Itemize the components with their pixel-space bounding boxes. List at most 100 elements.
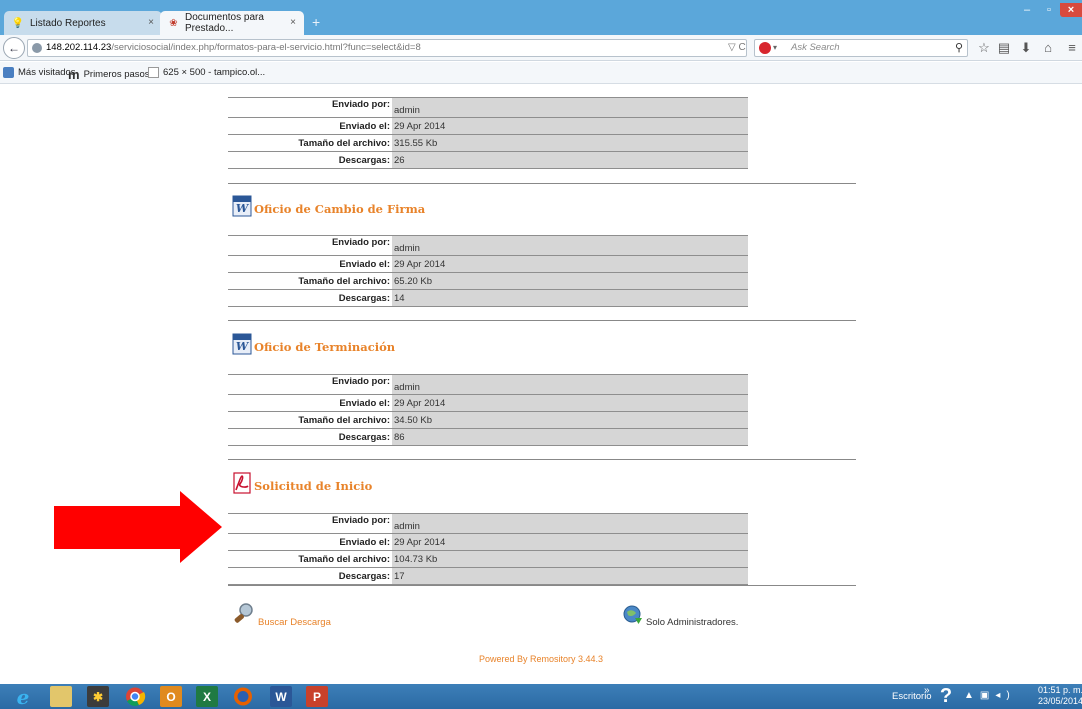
table-row: Enviado el: 29 Apr 2014 [228,117,748,135]
maximize-button[interactable]: ▫ [1040,3,1058,17]
bookmark-primeros-pasos[interactable]: m Primeros pasos [68,67,150,82]
firefox-icon[interactable] [232,686,254,707]
field-label: Descargas: [228,151,392,169]
admin-only-link[interactable]: Solo Administradores. [622,604,738,628]
document-details-table: Enviado por: admin Enviado el: 29 Apr 20… [228,235,748,307]
back-arrow-icon: ← [8,41,20,55]
tab-documentos[interactable]: ❀ Documentos para Prestado... × [160,11,304,35]
svg-text:W: W [236,340,250,353]
help-icon[interactable]: ? [936,686,956,706]
document-title-link[interactable]: Solicitud de Inicio [254,479,372,494]
url-host: 148.202.114.23 [46,42,112,53]
field-label: Tamaño del archivo: [228,272,392,290]
page-icon [148,67,159,78]
search-placeholder: Ask Search [791,42,840,53]
divider [228,183,856,184]
field-label: Enviado el: [228,117,392,135]
firefox-bookmark-icon [3,67,14,78]
explorer-icon[interactable] [50,686,72,707]
document-title[interactable]: Solicitud de Inicio [232,468,372,494]
bookmarks-list-icon[interactable]: ▤ [996,40,1012,56]
network-icon[interactable]: ▣ [980,690,995,701]
field-value: 65.20 Kb [392,272,748,290]
field-value: 34.50 Kb [392,411,748,429]
download-icon[interactable]: ⬇ [1018,40,1034,56]
document-title[interactable]: W Oficio de Terminación [232,329,395,355]
minimize-button[interactable]: – [1018,3,1036,17]
close-window-button[interactable]: × [1060,3,1082,17]
table-row: Tamaño del archivo: 34.50 Kb [228,411,748,429]
url-path: /serviciosocial/index.php/formatos-para-… [111,42,421,53]
bookmark-mas-visitados[interactable]: Más visitados [3,67,76,78]
taskbar: e ✱ O X W P Escritorio » ? ▲▣◂) 01:51 p.… [0,684,1082,709]
title-bar: 💡 Listado Reportes × ❀ Documentos para P… [0,0,1082,35]
volume-icon[interactable]: ◂) [995,690,1015,701]
field-label: Enviado por: [228,374,392,395]
search-download-link[interactable]: Buscar Descarga [232,602,331,628]
close-tab-icon[interactable]: × [148,17,154,28]
close-tab-icon[interactable]: × [290,17,296,28]
paint-icon[interactable]: ✱ [87,686,109,707]
field-value: admin [392,513,748,534]
svg-text:W: W [236,202,250,215]
pdf-icon [233,472,251,494]
menu-icon[interactable]: ≡ [1064,40,1080,55]
tab-listado-reportes[interactable]: 💡 Listado Reportes × [4,11,162,35]
powerpoint-icon[interactable]: P [306,686,328,707]
bookmark-tampico[interactable]: 625 × 500 - tampico.ol... [148,67,265,78]
field-value: 29 Apr 2014 [392,394,748,412]
chevron-up-icon[interactable]: ▲ [964,690,980,701]
field-label: Enviado el: [228,394,392,412]
back-button[interactable]: ← [3,37,25,59]
table-row: Enviado por: admin [228,97,748,118]
field-label: Tamaño del archivo: [228,134,392,152]
document-title-link[interactable]: Oficio de Terminación [254,340,395,355]
field-label: Enviado el: [228,255,392,273]
table-row: Descargas: 14 [228,289,748,307]
table-row: Descargas: 17 [228,567,748,585]
magnifier-icon [234,603,253,623]
field-value: 315.55 Kb [392,134,748,152]
table-row: Tamaño del archivo: 104.73 Kb [228,550,748,568]
address-bar[interactable]: 148.202.114.23/serviciosocial/index.php/… [27,39,747,57]
star-icon[interactable]: ☆ [976,40,992,56]
document-details-table: Enviado por: admin Enviado el: 29 Apr 20… [228,97,748,169]
bookmarks-bar: Más visitados m Primeros pasos 625 × 500… [0,62,1082,84]
table-row: Enviado el: 29 Apr 2014 [228,533,748,551]
field-label: Enviado por: [228,513,392,534]
field-value: admin [392,235,748,256]
document-title[interactable]: W Oficio de Cambio de Firma [232,191,425,217]
chrome-icon[interactable] [124,686,146,707]
clock[interactable]: 01:51 p. m. 23/05/2014 [1038,685,1082,707]
tab-title: Documentos para Prestado... [184,12,264,34]
table-row: Enviado por: admin [228,513,748,534]
tab-title: Listado Reportes [30,17,106,29]
chevron-right-icon[interactable]: » [924,685,930,696]
field-value: 17 [392,567,748,585]
field-label: Tamaño del archivo: [228,550,392,568]
ie-icon[interactable]: e [12,685,34,709]
chevron-down-icon[interactable]: ▾ [773,40,777,56]
table-row: Descargas: 26 [228,151,748,169]
field-label: Tamaño del archivo: [228,411,392,429]
outlook-icon[interactable]: O [160,686,182,707]
table-row: Enviado por: admin [228,235,748,256]
tray-icons[interactable]: ▲▣◂) [964,690,1016,701]
divider [228,320,856,321]
divider [228,459,856,460]
search-input[interactable]: ▾ Ask Search ⚲ [754,39,968,57]
home-icon[interactable]: ⌂ [1040,40,1056,55]
document-details-table: Enviado por: admin Enviado el: 29 Apr 20… [228,513,748,585]
field-value: 26 [392,151,748,169]
word-icon: W [232,195,252,217]
document-title-link[interactable]: Oficio de Cambio de Firma [254,202,425,217]
table-row: Tamaño del archivo: 65.20 Kb [228,272,748,290]
search-icon[interactable]: ⚲ [955,40,963,56]
excel-icon[interactable]: X [196,686,218,707]
reload-icon[interactable]: ▽ C [728,40,746,56]
table-row: Enviado por: admin [228,374,748,395]
word-icon[interactable]: W [270,686,292,707]
new-tab-button[interactable]: + [312,14,320,30]
field-value: 104.73 Kb [392,550,748,568]
field-value: 29 Apr 2014 [392,117,748,135]
